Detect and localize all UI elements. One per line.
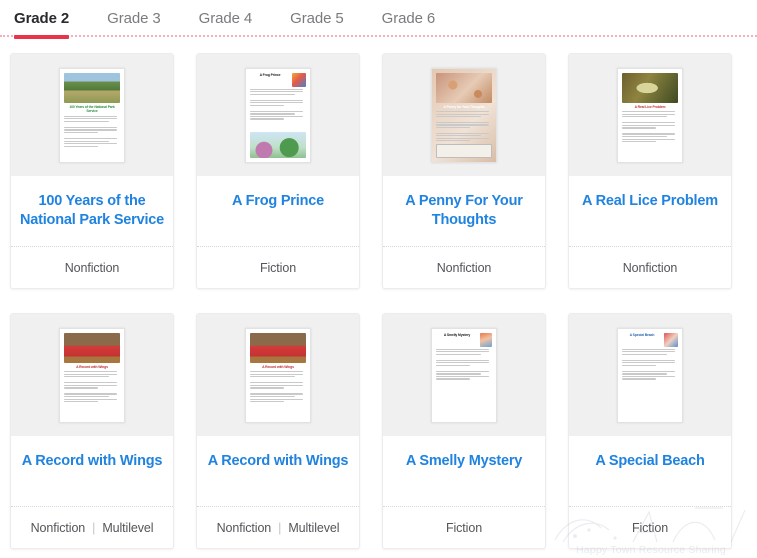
- card-thumbnail-area: 100 Years of the National Park Service: [11, 54, 173, 176]
- worksheet-thumbnail-real-lice-problem: A Real Lice Problem: [617, 67, 683, 163]
- tab-grade-2[interactable]: Grade 2: [14, 0, 70, 39]
- card-title[interactable]: A Real Lice Problem: [569, 176, 731, 246]
- card-category: Nonfiction: [30, 520, 86, 535]
- thumbnail-body-text: [250, 88, 306, 130]
- card-category: Fiction: [445, 520, 483, 535]
- card-title[interactable]: A Smelly Mystery: [383, 436, 545, 506]
- card-category: Fiction: [631, 520, 669, 535]
- worksheet-thumbnail-smelly-mystery: A Smelly Mystery: [431, 327, 497, 423]
- card-category: Nonfiction: [216, 520, 272, 535]
- card-category-row: Fiction: [383, 506, 545, 548]
- worksheet-card[interactable]: A Real Lice Problem A Real Lice Problem No…: [568, 53, 732, 289]
- worksheet-thumbnail-special-beach: A Special Beach: [617, 327, 683, 423]
- card-category-row: Fiction: [569, 506, 731, 548]
- worksheet-card[interactable]: A Frog Prince A Frog Prince Fiction: [196, 53, 360, 289]
- worksheet-card[interactable]: 100 Years of the National Park Service 10…: [10, 53, 174, 289]
- tab-grade-6[interactable]: Grade 6: [382, 0, 436, 37]
- worksheet-thumbnail-national-park: 100 Years of the National Park Service: [59, 67, 125, 163]
- worksheet-thumbnail-frog-prince: A Frog Prince: [245, 67, 311, 163]
- card-title[interactable]: 100 Years of the National Park Service: [11, 176, 173, 246]
- card-title[interactable]: A Record with Wings: [11, 436, 173, 506]
- card-category: Fiction: [259, 260, 297, 275]
- thumbnail-heading: A Penny for Your Thoughts: [443, 104, 485, 109]
- worksheet-card[interactable]: A Penny for Your Thoughts A Penny For You…: [382, 53, 546, 289]
- thumbnail-body-text: [250, 371, 306, 417]
- thumbnail-photo: [64, 332, 120, 363]
- card-title[interactable]: A Penny For Your Thoughts: [383, 176, 545, 246]
- worksheet-card[interactable]: A Special Beach A Special Beach Fiction: [568, 313, 732, 549]
- thumbnail-heading-row: 100 Years of the National Park Service: [64, 105, 120, 114]
- thumbnail-heading: A Real Lice Problem: [634, 104, 666, 109]
- thumbnail-photo: [436, 72, 492, 103]
- card-category-row: Nonfiction | Multilevel: [197, 506, 359, 548]
- card-category-row: Nonfiction: [569, 246, 731, 288]
- thumbnail-photo: [250, 332, 306, 363]
- card-category-row: Nonfiction | Multilevel: [11, 506, 173, 548]
- card-title[interactable]: A Record with Wings: [197, 436, 359, 506]
- category-separator: |: [92, 520, 96, 535]
- grade-tabs: Grade 2 Grade 3 Grade 4 Grade 5 Grade 6: [0, 0, 757, 39]
- worksheet-card[interactable]: A Record with Wings A Record with Wings No…: [196, 313, 360, 549]
- card-category-row: Fiction: [197, 246, 359, 288]
- card-category-row: Nonfiction: [383, 246, 545, 288]
- card-thumbnail-area: A Real Lice Problem: [569, 54, 731, 176]
- card-thumbnail-area: A Penny for Your Thoughts: [383, 54, 545, 176]
- worksheet-card-grid: 100 Years of the National Park Service 10…: [0, 37, 757, 549]
- thumbnail-photo: [64, 72, 120, 103]
- card-thumbnail-area: A Frog Prince: [197, 54, 359, 176]
- thumbnail-heading: A Record with Wings: [262, 364, 294, 369]
- thumbnail-illustration: [250, 131, 306, 158]
- card-title[interactable]: A Special Beach: [569, 436, 731, 506]
- thumbnail-heading-row: A Record with Wings: [250, 365, 306, 370]
- thumbnail-body-text: [436, 111, 492, 142]
- tab-grade-5[interactable]: Grade 5: [290, 0, 344, 37]
- thumbnail-body-text: [622, 348, 678, 418]
- thumbnail-heading: A Record with Wings: [76, 364, 108, 369]
- thumbnail-badge: [664, 332, 678, 347]
- card-thumbnail-area: A Smelly Mystery: [383, 314, 545, 436]
- thumbnail-heading: A Frog Prince: [259, 72, 281, 77]
- thumbnail-heading-row: A Record with Wings: [64, 365, 120, 370]
- card-category: Multilevel: [102, 520, 154, 535]
- card-thumbnail-area: A Special Beach: [569, 314, 731, 436]
- worksheet-thumbnail-record-with-wings-2: A Record with Wings: [245, 327, 311, 423]
- worksheet-thumbnail-record-with-wings: A Record with Wings: [59, 327, 125, 423]
- card-thumbnail-area: A Record with Wings: [11, 314, 173, 436]
- card-category: Multilevel: [288, 520, 340, 535]
- thumbnail-body-text: [64, 115, 120, 158]
- thumbnail-heading-row: A Real Lice Problem: [622, 105, 678, 110]
- thumbnail-heading: 100 Years of the National Park Service: [69, 104, 115, 114]
- thumbnail-badge: [292, 72, 306, 87]
- thumbnail-badge: [480, 332, 492, 347]
- thumbnail-heading-row: A Special Beach: [622, 332, 678, 347]
- thumbnail-heading-row: A Frog Prince: [250, 72, 306, 87]
- thumbnail-heading: A Smelly Mystery: [443, 332, 471, 337]
- card-category: Nonfiction: [64, 260, 120, 275]
- thumbnail-heading: A Special Beach: [629, 332, 655, 337]
- tab-grade-3[interactable]: Grade 3: [107, 0, 161, 37]
- card-thumbnail-area: A Record with Wings: [197, 314, 359, 436]
- thumbnail-body-text: [436, 348, 492, 418]
- thumbnail-heading-row: A Penny for Your Thoughts: [436, 105, 492, 110]
- category-separator: |: [278, 520, 282, 535]
- card-title[interactable]: A Frog Prince: [197, 176, 359, 246]
- worksheet-card[interactable]: A Record with Wings A Record with Wings No…: [10, 313, 174, 549]
- worksheet-thumbnail-penny-thoughts: A Penny for Your Thoughts: [431, 67, 497, 163]
- thumbnail-body-text: [622, 111, 678, 157]
- thumbnail-photo: [622, 72, 678, 103]
- thumbnail-heading-row: A Smelly Mystery: [436, 332, 492, 347]
- card-category: Nonfiction: [436, 260, 492, 275]
- tab-grade-4[interactable]: Grade 4: [199, 0, 253, 37]
- thumbnail-callout-box: [436, 143, 492, 158]
- card-category-row: Nonfiction: [11, 246, 173, 288]
- worksheet-card[interactable]: A Smelly Mystery A Smelly Mystery Fiction: [382, 313, 546, 549]
- thumbnail-body-text: [64, 371, 120, 417]
- card-category: Nonfiction: [622, 260, 678, 275]
